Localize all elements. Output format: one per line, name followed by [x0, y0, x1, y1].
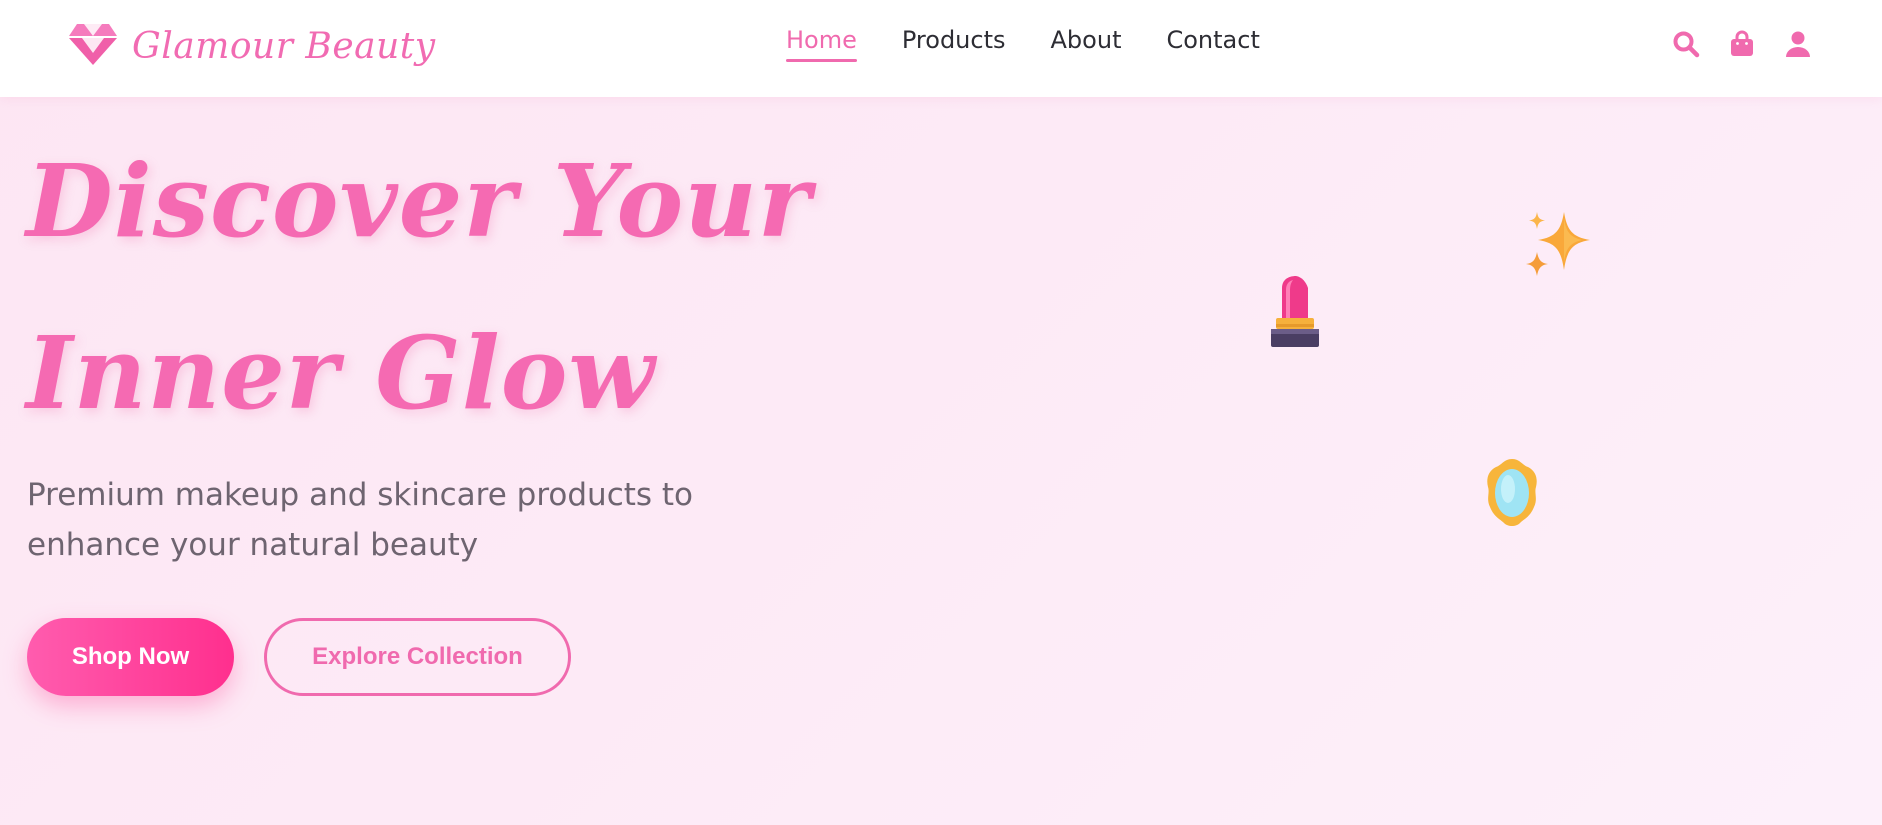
mirror-icon — [1484, 457, 1540, 529]
shop-now-button[interactable]: Shop Now — [27, 618, 234, 696]
user-icon[interactable] — [1784, 30, 1812, 58]
gem-icon — [68, 22, 118, 70]
hero-title: Discover Your Inner Glow — [26, 142, 812, 432]
nav-about[interactable]: About — [1051, 26, 1122, 62]
sparkles-icon — [1518, 208, 1594, 280]
nav-home[interactable]: Home — [786, 26, 857, 62]
hero-subtitle: Premium makeup and skincare products to … — [27, 477, 694, 563]
nav-products[interactable]: Products — [902, 26, 1006, 62]
explore-collection-button[interactable]: Explore Collection — [264, 618, 571, 696]
brand-name: Glamour Beauty — [132, 25, 436, 67]
brand-logo[interactable]: Glamour Beauty — [68, 20, 436, 72]
nav-contact[interactable]: Contact — [1166, 26, 1259, 62]
shopping-bag-icon[interactable] — [1728, 30, 1756, 58]
site-header: Glamour Beauty Home Products About Conta… — [0, 0, 1882, 97]
header-actions — [1672, 30, 1812, 58]
search-icon[interactable] — [1672, 30, 1700, 58]
main-nav: Home Products About Contact — [786, 26, 1260, 62]
lipstick-icon — [1270, 274, 1320, 348]
